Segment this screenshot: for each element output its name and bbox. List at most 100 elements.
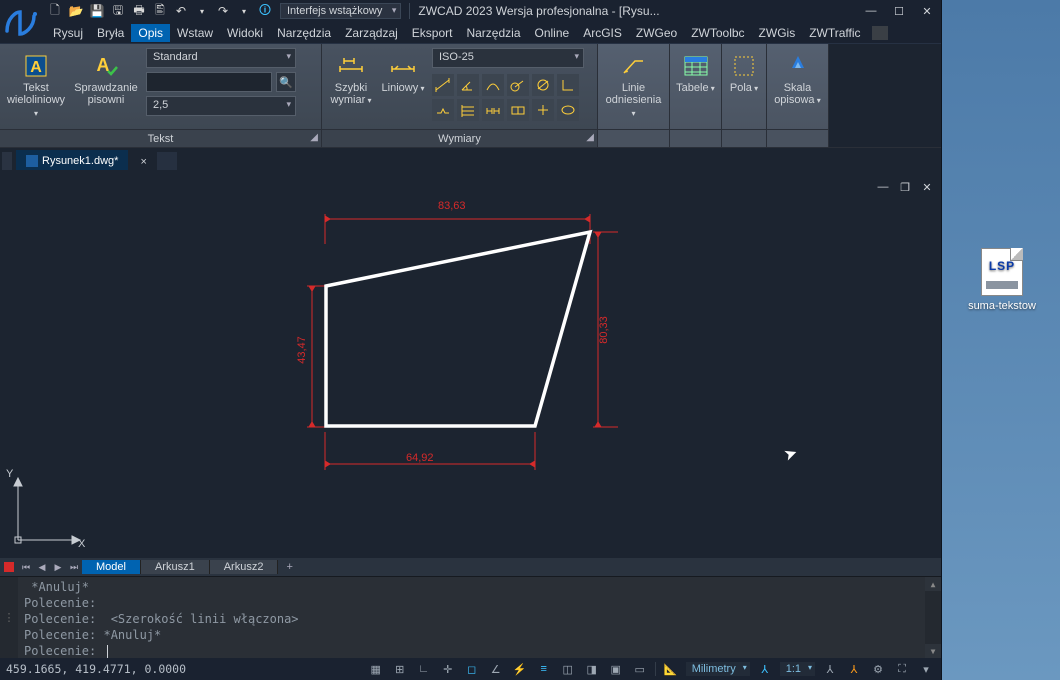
- dim-aligned-icon[interactable]: [432, 74, 454, 96]
- tables-button[interactable]: Tabele: [676, 48, 715, 129]
- menu-opis[interactable]: Opis: [131, 24, 170, 42]
- tab-first-icon[interactable]: ⏮: [18, 558, 34, 576]
- menu-rysuj[interactable]: Rysuj: [46, 24, 90, 42]
- linear-dim-button[interactable]: Liniowy: [380, 48, 426, 129]
- status-cycle-icon[interactable]: ◫: [559, 661, 577, 677]
- menu-zwtraffic[interactable]: ZWTraffic: [802, 24, 867, 42]
- tab-next-icon[interactable]: ▶: [50, 558, 66, 576]
- status-autoscale-icon[interactable]: ⅄: [845, 661, 863, 677]
- leaders-button[interactable]: Linie odniesienia: [604, 48, 663, 129]
- menu-zwgeo[interactable]: ZWGeo: [629, 24, 684, 42]
- tab-prev-icon[interactable]: ◀: [34, 558, 50, 576]
- dim-tolerance-icon[interactable]: [507, 99, 529, 121]
- qat-new-icon[interactable]: 🗋: [46, 2, 64, 20]
- command-window[interactable]: ⋮ *Anuluj* Polecenie: Polecenie: <Szerok…: [0, 576, 941, 658]
- maximize-button[interactable]: ☐: [885, 0, 913, 22]
- dim-baseline-icon[interactable]: [457, 99, 479, 121]
- qat-saveall-icon[interactable]: 🖫: [109, 2, 127, 20]
- status-snap-icon[interactable]: ⊞: [391, 661, 409, 677]
- mdi-restore-icon[interactable]: ❐: [897, 180, 913, 194]
- menu-bryla[interactable]: Bryła: [90, 24, 131, 42]
- dim-angular-icon[interactable]: [457, 74, 479, 96]
- qat-redo-icon[interactable]: ↷: [214, 2, 232, 20]
- qat-undo-icon[interactable]: ↶: [172, 2, 190, 20]
- menu-arcgis[interactable]: ArcGIS: [576, 24, 629, 42]
- tab-model[interactable]: Model: [82, 560, 141, 574]
- menu-overflow-icon[interactable]: [872, 26, 888, 40]
- dim-style-combo[interactable]: ISO-25: [432, 48, 584, 68]
- status-annovisibility-icon[interactable]: ⅄: [821, 661, 839, 677]
- tab-arkusz2[interactable]: Arkusz2: [210, 560, 279, 574]
- dim-arc-icon[interactable]: [482, 74, 504, 96]
- qat-save-icon[interactable]: 💾: [88, 2, 106, 20]
- status-customize-icon[interactable]: ▾: [917, 661, 935, 677]
- status-model-icon[interactable]: ▭: [631, 661, 649, 677]
- qat-redo-drop-icon[interactable]: ▾: [235, 2, 253, 20]
- dim-diameter-icon[interactable]: [532, 74, 554, 96]
- text-height-combo[interactable]: 2,5: [146, 96, 296, 116]
- dim-radius-icon[interactable]: [507, 74, 529, 96]
- units-combo[interactable]: Milimetry: [686, 662, 750, 676]
- app-logo[interactable]: [0, 4, 42, 42]
- status-ws-icon[interactable]: ⚙: [869, 661, 887, 677]
- find-icon[interactable]: 🔍: [276, 72, 296, 92]
- file-tab-close-icon[interactable]: ×: [136, 154, 150, 170]
- menu-zwgis[interactable]: ZWGis: [752, 24, 803, 42]
- mdi-close-icon[interactable]: ✕: [919, 180, 935, 194]
- qat-plot-icon[interactable]: 🖶: [130, 2, 148, 20]
- status-fullscreen-icon[interactable]: ⛶: [893, 661, 911, 677]
- scroll-up-icon[interactable]: ▲: [925, 577, 941, 591]
- menu-zarzadzaj[interactable]: Zarządzaj: [338, 24, 405, 42]
- menu-zwtoolbc[interactable]: ZWToolbc: [684, 24, 751, 42]
- mtext-button[interactable]: A Tekst wieloliniowy: [6, 48, 66, 129]
- drawing-area[interactable]: — ❐ ✕ 83,63: [0, 170, 941, 558]
- menu-narzedzia[interactable]: Narzędzia: [270, 24, 338, 42]
- qat-preview-icon[interactable]: 🖺: [151, 2, 169, 20]
- qat-undo-drop-icon[interactable]: ▾: [193, 2, 211, 20]
- file-tab-active[interactable]: Rysunek1.dwg*: [16, 150, 128, 170]
- status-units-icon[interactable]: 📐: [662, 661, 680, 677]
- status-qp-icon[interactable]: ▣: [607, 661, 625, 677]
- dim-inspect-icon[interactable]: [557, 99, 579, 121]
- cmd-scrollbar[interactable]: ▲ ▼: [925, 577, 941, 658]
- qat-help-icon[interactable]: 🛈: [256, 2, 274, 20]
- status-dyn-icon[interactable]: ⚡: [511, 661, 529, 677]
- wymiary-dialog-launcher-icon[interactable]: ◢: [586, 132, 594, 143]
- status-lwt-icon[interactable]: ≡: [535, 661, 553, 677]
- status-transparency-icon[interactable]: ◨: [583, 661, 601, 677]
- dim-center-icon[interactable]: [532, 99, 554, 121]
- mdi-minimize-icon[interactable]: —: [875, 180, 891, 194]
- dim-jogged-icon[interactable]: [432, 99, 454, 121]
- new-tab-icon[interactable]: [157, 152, 177, 170]
- fields-button[interactable]: Pola: [728, 48, 760, 129]
- find-text-input[interactable]: [146, 72, 272, 92]
- desktop-file-lsp[interactable]: LSP suma-tekstow: [966, 248, 1038, 312]
- tab-list-icon[interactable]: [2, 152, 12, 170]
- minimize-button[interactable]: —: [857, 0, 885, 22]
- close-button[interactable]: ✕: [913, 0, 941, 22]
- tab-last-icon[interactable]: ⏭: [66, 558, 82, 576]
- scale-combo[interactable]: 1:1: [780, 662, 815, 676]
- tab-add-icon[interactable]: +: [278, 561, 300, 573]
- record-icon[interactable]: [4, 562, 14, 572]
- annoscale-button[interactable]: Skala opisowa: [773, 48, 822, 129]
- spellcheck-button[interactable]: A Sprawdzanie pisowni: [72, 48, 140, 129]
- status-osnap-icon[interactable]: ◻: [463, 661, 481, 677]
- ribbon-mode-combo[interactable]: Interfejs wstążkowy: [280, 3, 401, 19]
- status-otrack-icon[interactable]: ∠: [487, 661, 505, 677]
- status-ortho-icon[interactable]: ∟: [415, 661, 433, 677]
- dim-continue-icon[interactable]: [482, 99, 504, 121]
- tab-arkusz1[interactable]: Arkusz1: [141, 560, 210, 574]
- qat-open-icon[interactable]: 📂: [67, 2, 85, 20]
- menu-narzedzia2[interactable]: Narzędzia: [459, 24, 527, 42]
- cmd-grip-icon[interactable]: ⋮: [0, 577, 18, 658]
- dim-ordinate-icon[interactable]: [557, 74, 579, 96]
- quick-dim-button[interactable]: Szybki wymiar: [328, 48, 374, 129]
- text-style-combo[interactable]: Standard: [146, 48, 296, 68]
- status-annoscale-icon[interactable]: ⅄: [756, 661, 774, 677]
- menu-wstaw[interactable]: Wstaw: [170, 24, 220, 42]
- menu-online[interactable]: Online: [528, 24, 577, 42]
- tekst-dialog-launcher-icon[interactable]: ◢: [310, 132, 318, 143]
- scroll-down-icon[interactable]: ▼: [925, 644, 941, 658]
- status-grid-icon[interactable]: ▦: [367, 661, 385, 677]
